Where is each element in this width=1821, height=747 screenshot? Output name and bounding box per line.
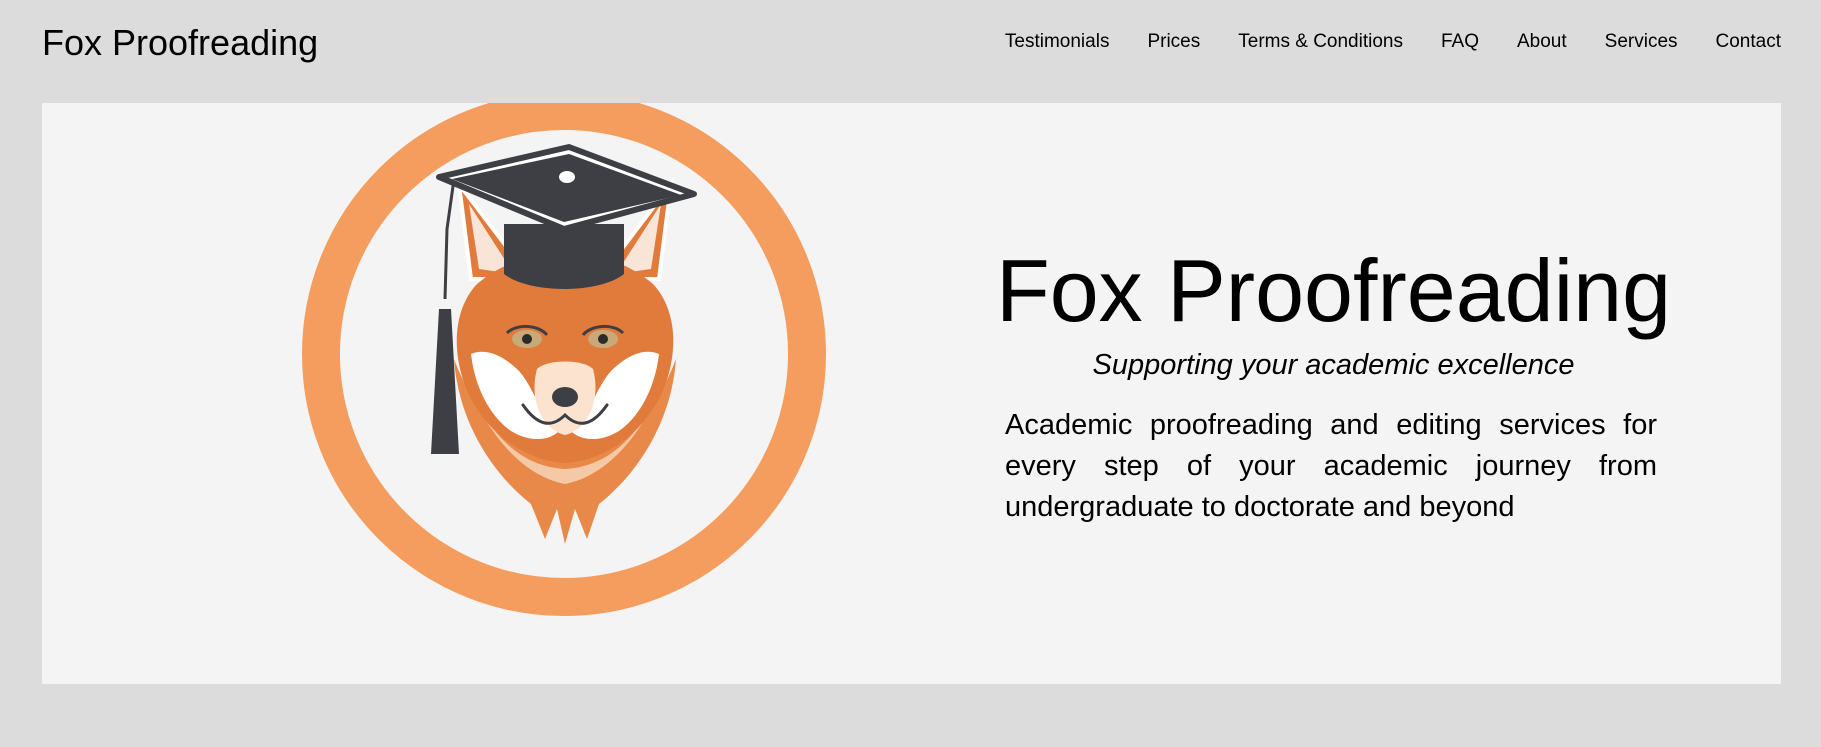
fox-with-graduation-cap-icon [299,103,829,619]
nav-link-faq[interactable]: FAQ [1441,30,1479,54]
hero-tagline: Supporting your academic excellence [1092,349,1575,381]
main-nav: Testimonials Prices Terms & Conditions F… [1005,30,1781,54]
nav-link-contact[interactable]: Contact [1716,30,1781,54]
hero-banner: Fox Proofreading Supporting your academi… [42,103,1781,684]
nav-link-services[interactable]: Services [1605,30,1678,54]
nav-link-about[interactable]: About [1517,30,1567,54]
nav-link-prices[interactable]: Prices [1147,30,1200,54]
hero-heading: Fox Proofreading [995,241,1672,340]
hero-text-block: Fox Proofreading Supporting your academi… [985,243,1682,528]
site-title-link[interactable]: Fox Proofreading [42,22,318,64]
nav-link-terms-conditions[interactable]: Terms & Conditions [1238,30,1403,54]
hero-description: Academic proofreading and editing servic… [1005,409,1657,523]
site-header: Fox Proofreading Testimonials Prices Ter… [0,0,1821,86]
nav-link-testimonials[interactable]: Testimonials [1005,30,1110,54]
